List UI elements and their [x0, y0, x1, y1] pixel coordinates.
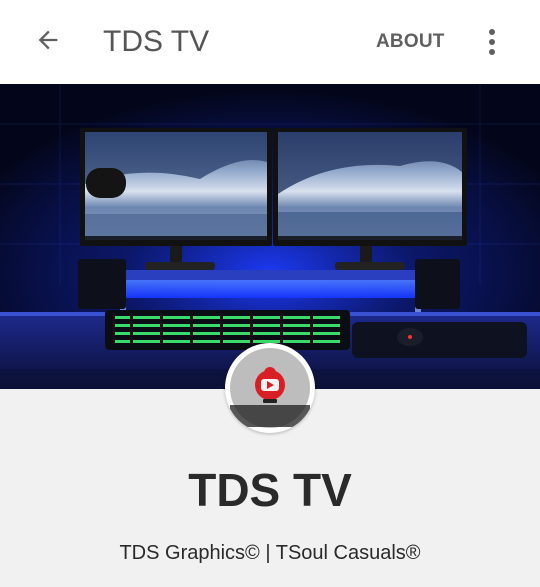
channel-avatar[interactable] — [225, 343, 315, 433]
channel-name: TDS TV — [188, 464, 352, 516]
arrow-back-icon — [34, 26, 62, 59]
more-options-button[interactable] — [474, 22, 510, 66]
channel-page: TDS TV ABOUT TDS TV TDS Graphics© | TSou… — [0, 0, 540, 587]
about-button[interactable]: ABOUT — [368, 26, 453, 58]
app-bar-title: TDS TV — [103, 25, 210, 58]
channel-description: TDS Graphics© | TSoul Casuals® — [119, 542, 421, 564]
back-button[interactable] — [24, 20, 72, 64]
channel-avatar-icon — [228, 346, 312, 430]
more-vert-icon — [487, 28, 497, 61]
app-bar: TDS TV ABOUT — [0, 0, 540, 84]
